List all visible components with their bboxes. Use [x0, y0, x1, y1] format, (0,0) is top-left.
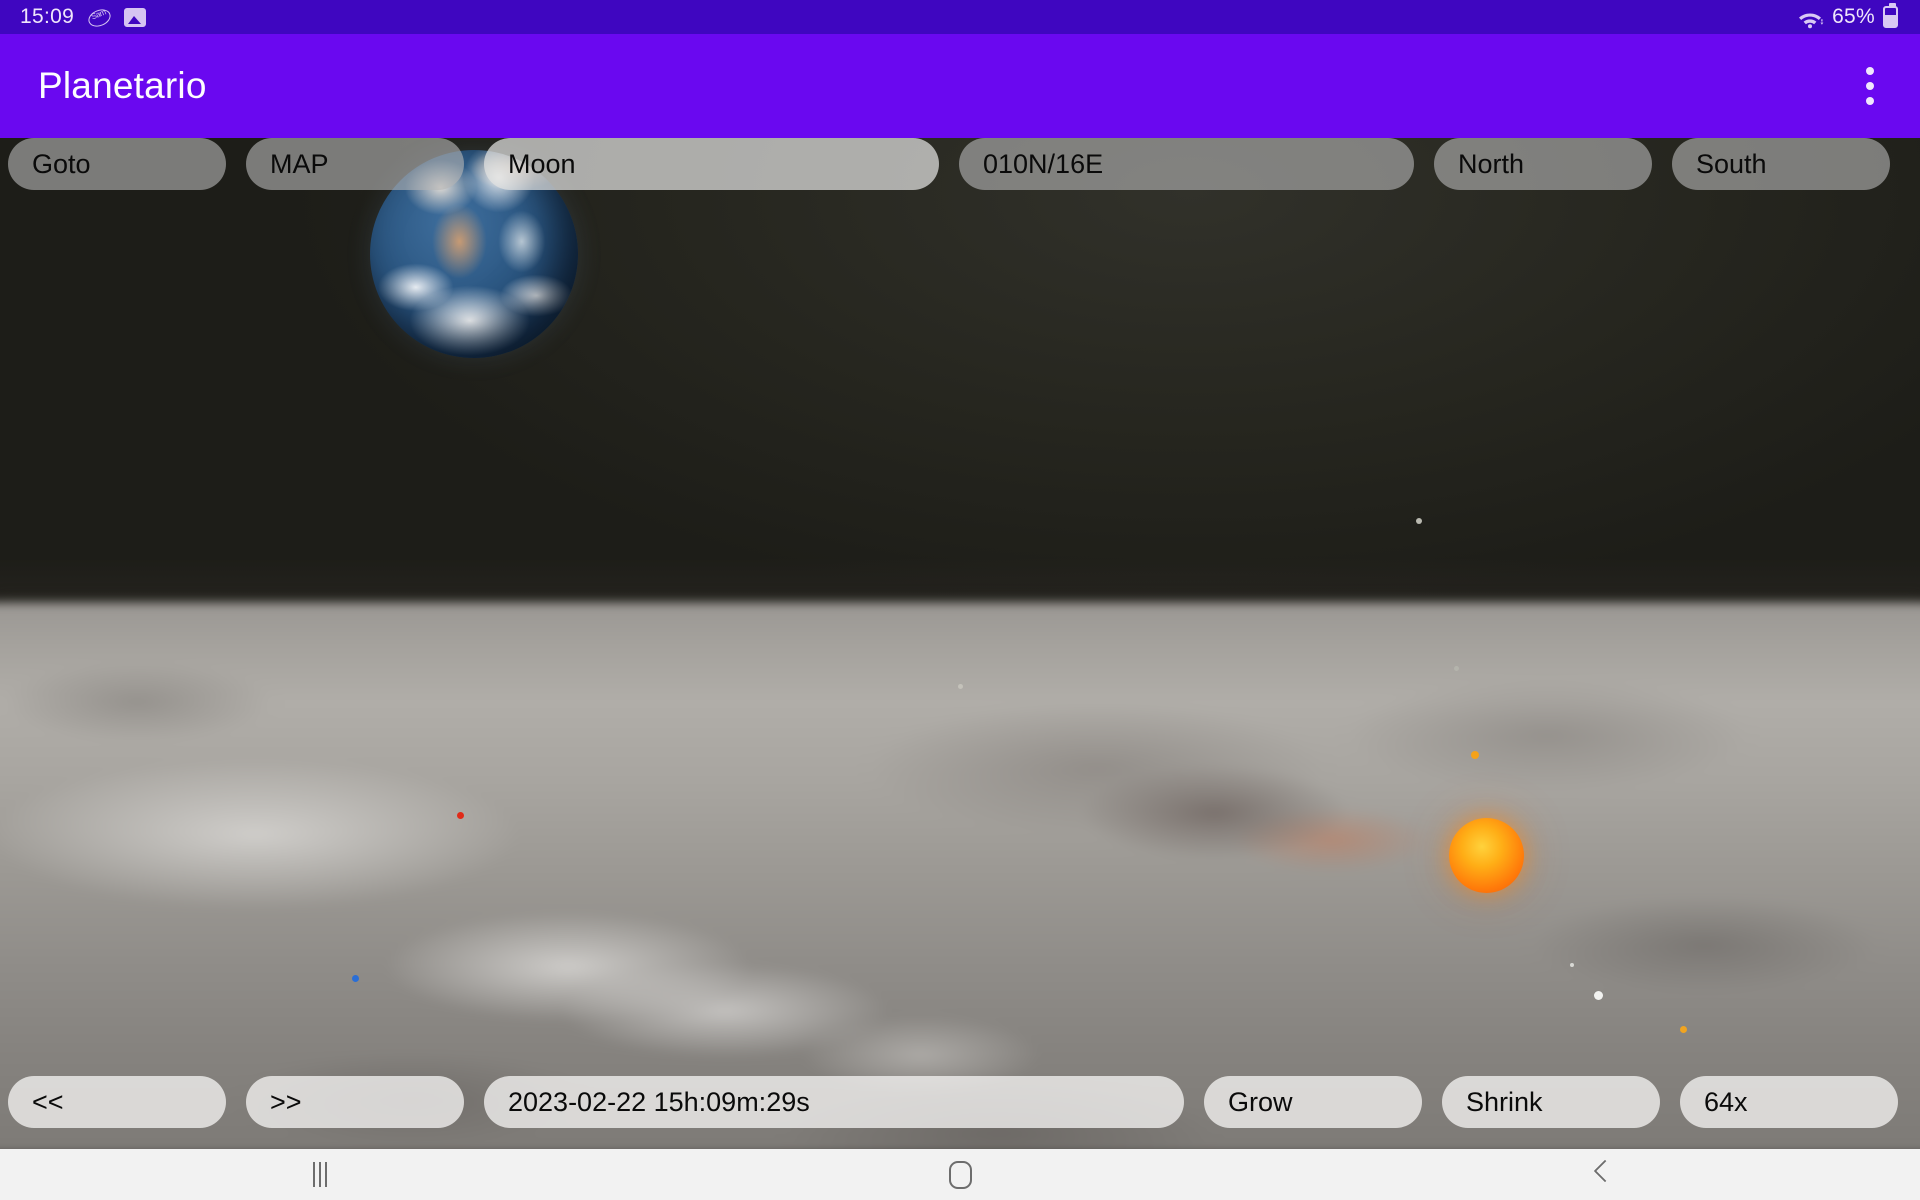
home-icon	[948, 1160, 972, 1189]
body-select-button[interactable]: Moon	[484, 138, 939, 190]
status-bar-right: 65%	[1796, 3, 1898, 29]
marker-star-1[interactable]	[1416, 518, 1422, 524]
north-button[interactable]: North	[1434, 138, 1652, 190]
recents-icon	[313, 1162, 327, 1187]
map-button[interactable]: MAP	[246, 138, 464, 190]
planetarium-viewport[interactable]: Goto MAP Moon 010N/16E North South << >>…	[0, 138, 1920, 1149]
marker-star-2[interactable]	[1453, 665, 1459, 671]
forward-button[interactable]: >>	[246, 1076, 464, 1128]
battery-percent-label: 65%	[1832, 5, 1875, 28]
bottom-control-row: << >> 2023-02-22 15h:09m:29s Grow Shrink…	[0, 1076, 1920, 1128]
sky-background	[0, 138, 1920, 678]
datetime-button[interactable]: 2023-02-22 15h:09m:29s	[484, 1076, 1184, 1128]
shrink-button[interactable]: Shrink	[1442, 1076, 1660, 1128]
samsung-members-icon	[87, 7, 111, 27]
marker-star-4[interactable]	[1570, 963, 1574, 967]
back-button[interactable]	[1540, 1149, 1660, 1200]
top-control-row: Goto MAP Moon 010N/16E North South	[0, 138, 1920, 190]
grow-button[interactable]: Grow	[1204, 1076, 1422, 1128]
app-screen: 15:09 65% Planetario	[0, 0, 1920, 1200]
marker-star-3[interactable]	[957, 683, 963, 689]
status-bar-left: 15:09	[20, 5, 147, 29]
status-clock: 15:09	[20, 5, 75, 28]
sun-body[interactable]	[1449, 818, 1524, 893]
gallery-icon	[124, 7, 147, 27]
system-navigation-bar	[0, 1149, 1920, 1200]
page-title: Planetario	[38, 65, 207, 106]
wifi-icon	[1796, 6, 1824, 29]
marker-venus[interactable]	[1471, 751, 1479, 759]
marker-mercury[interactable]	[1593, 990, 1603, 1000]
status-bar: 15:09 65%	[0, 0, 1920, 34]
home-button[interactable]	[900, 1149, 1020, 1200]
recents-button[interactable]	[260, 1149, 380, 1200]
rewind-button[interactable]: <<	[8, 1076, 226, 1128]
app-bar: Planetario	[0, 34, 1920, 138]
coordinates-button[interactable]: 010N/16E	[959, 138, 1414, 190]
goto-button[interactable]: Goto	[8, 138, 226, 190]
south-button[interactable]: South	[1672, 138, 1890, 190]
back-icon	[1592, 1161, 1608, 1188]
more-vertical-icon[interactable]	[1848, 60, 1892, 112]
time-speed-button[interactable]: 64x	[1680, 1076, 1898, 1128]
marker-mars[interactable]	[456, 811, 464, 819]
battery-icon	[1883, 3, 1898, 28]
marker-jupiter[interactable]	[1679, 1025, 1687, 1033]
marker-neptune[interactable]	[351, 974, 359, 982]
